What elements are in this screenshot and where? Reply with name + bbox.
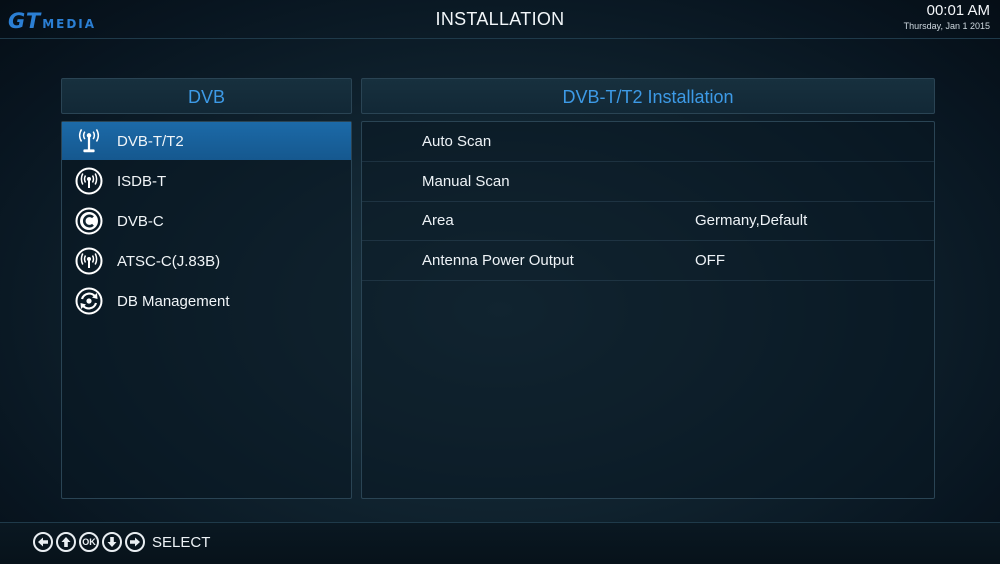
down-arrow-icon xyxy=(102,532,122,552)
screen: GT MEDIA INSTALLATION 00:01 AM Thursday,… xyxy=(0,0,1000,564)
menu-item-atsc-c[interactable]: ATSC-C(J.83B) xyxy=(62,242,351,280)
setting-label: Area xyxy=(422,212,454,229)
clock: 00:01 AM Thursday, Jan 1 2015 xyxy=(904,2,990,32)
ok-icon: OK xyxy=(79,532,99,552)
setting-label: Auto Scan xyxy=(422,133,492,150)
setting-value: Germany,Default xyxy=(695,212,808,229)
up-arrow-icon xyxy=(56,532,76,552)
setting-manual-scan[interactable]: Manual Scan xyxy=(362,162,934,202)
header-bar: GT MEDIA INSTALLATION 00:01 AM Thursday,… xyxy=(0,0,1000,39)
setting-label: Antenna Power Output xyxy=(422,252,574,269)
setting-value: OFF xyxy=(695,252,725,269)
clock-date: Thursday, Jan 1 2015 xyxy=(903,21,990,31)
broadcast-icon xyxy=(75,167,103,195)
antenna-tower-icon xyxy=(75,127,103,155)
database-refresh-icon xyxy=(75,287,103,315)
key-hints: OK SELECT xyxy=(33,532,210,552)
cable-c-icon xyxy=(75,207,103,235)
right-arrow-icon xyxy=(125,532,145,552)
setting-label: Manual Scan xyxy=(422,173,510,190)
menu-item-label: DVB-C xyxy=(117,212,164,230)
clock-time: 00:01 AM xyxy=(926,2,990,19)
standard-list: DVB-T/T2 ISDB-T DVB-C ATSC-C(J.83B) DB M… xyxy=(61,121,352,499)
left-panel-title: DVB xyxy=(61,78,352,114)
menu-item-db-management[interactable]: DB Management xyxy=(62,282,351,320)
menu-item-label: ATSC-C(J.83B) xyxy=(117,252,221,270)
footer-bar: OK SELECT xyxy=(0,522,1000,564)
menu-item-label: DB Management xyxy=(117,292,230,310)
menu-item-isdb-t[interactable]: ISDB-T xyxy=(62,162,351,200)
menu-item-dvb-c[interactable]: DVB-C xyxy=(62,202,351,240)
menu-item-label: ISDB-T xyxy=(117,172,167,190)
menu-item-label: DVB-T/T2 xyxy=(117,132,184,150)
page-title: INSTALLATION xyxy=(435,9,565,29)
settings-list: Auto Scan Manual Scan Area Germany,Defau… xyxy=(361,121,935,499)
broadcast-icon xyxy=(75,247,103,275)
select-hint-label: SELECT xyxy=(152,533,211,551)
menu-item-dvb-t-t2[interactable]: DVB-T/T2 xyxy=(62,122,351,160)
right-panel-title: DVB-T/T2 Installation xyxy=(361,78,935,114)
left-arrow-icon xyxy=(33,532,53,552)
setting-antenna-power-output[interactable]: Antenna Power Output OFF xyxy=(362,241,934,281)
setting-area[interactable]: Area Germany,Default xyxy=(362,201,934,241)
setting-auto-scan[interactable]: Auto Scan xyxy=(362,122,934,162)
